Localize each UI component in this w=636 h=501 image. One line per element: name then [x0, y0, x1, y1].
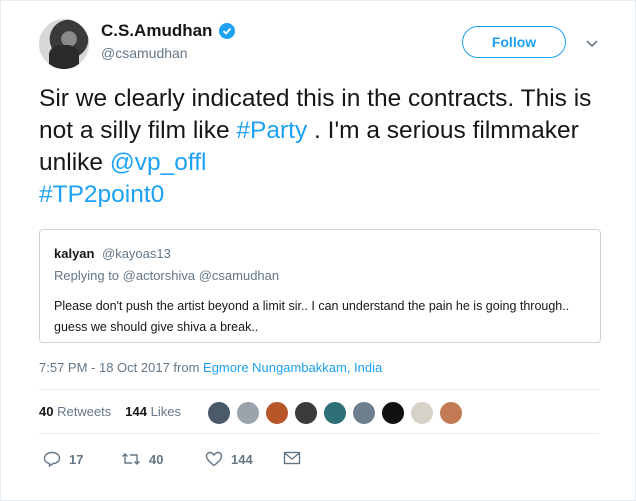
mention-vp-offl-link[interactable]: @vp_offl	[110, 149, 207, 176]
retweet-count: 40	[39, 404, 54, 419]
divider	[39, 433, 599, 434]
liker-avatar[interactable]	[236, 401, 260, 425]
timestamp-text[interactable]: 7:57 PM - 18 Oct 2017 from	[39, 360, 203, 375]
liker-avatar[interactable]	[439, 401, 463, 425]
like-icon	[205, 451, 223, 467]
liker-avatar[interactable]	[265, 401, 289, 425]
quoted-author-name: kalyan	[54, 246, 95, 261]
hashtag-party-link[interactable]: #Party	[236, 117, 307, 144]
likes-label: Likes	[150, 404, 181, 419]
divider	[39, 389, 599, 390]
liker-avatar[interactable]	[352, 401, 376, 425]
quoted-tweet[interactable]: kalyan @kayoas13 Replying to @actorshiva…	[39, 229, 601, 343]
liker-avatar[interactable]	[323, 401, 347, 425]
author-handle[interactable]: @csamudhan	[101, 45, 188, 61]
location-link[interactable]: Egmore Nungambakkam, India	[203, 360, 382, 375]
author-avatar[interactable]	[39, 19, 89, 69]
reply-count: 17	[69, 451, 84, 467]
liker-avatar[interactable]	[381, 401, 405, 425]
liker-avatar[interactable]	[294, 401, 318, 425]
follow-button[interactable]: Follow	[462, 26, 566, 58]
quoted-replying-to: Replying to @actorshiva @csamudhan	[54, 268, 280, 283]
quoted-text: Please don't push the artist beyond a li…	[54, 299, 570, 334]
quoted-author-handle: @kayoas13	[102, 246, 171, 261]
engagement-stats: 40 Retweets 144 Likes	[39, 404, 181, 419]
like-button[interactable]: 144	[205, 451, 253, 467]
liker-avatar[interactable]	[410, 401, 434, 425]
tweet-text: Sir we clearly indicated this in the con…	[39, 83, 609, 211]
tweet-timestamp: 7:57 PM - 18 Oct 2017 from Egmore Nungam…	[39, 360, 382, 375]
reply-icon	[43, 451, 61, 467]
like-count: 144	[125, 404, 147, 419]
tweet-card: C.S.Amudhan @csamudhan Follow Sir we cle…	[0, 0, 636, 501]
retweets-label: Retweets	[57, 404, 112, 419]
retweet-action-count: 40	[149, 451, 164, 467]
hashtag-tp2point0-link[interactable]: #TP2point0	[39, 181, 164, 208]
retweet-icon	[122, 453, 140, 465]
author-name[interactable]: C.S.Amudhan	[101, 21, 212, 41]
liker-avatar[interactable]	[207, 401, 231, 425]
chevron-down-icon[interactable]	[584, 35, 600, 51]
verified-icon	[219, 23, 235, 39]
reply-button[interactable]: 17	[43, 451, 83, 467]
retweet-count-stat[interactable]: 40 Retweets	[39, 404, 111, 419]
message-button[interactable]	[283, 451, 301, 465]
like-action-count: 144	[231, 451, 253, 467]
retweet-button[interactable]: 40	[121, 451, 163, 467]
like-count-stat[interactable]: 144 Likes	[125, 404, 181, 419]
message-icon	[283, 451, 301, 465]
